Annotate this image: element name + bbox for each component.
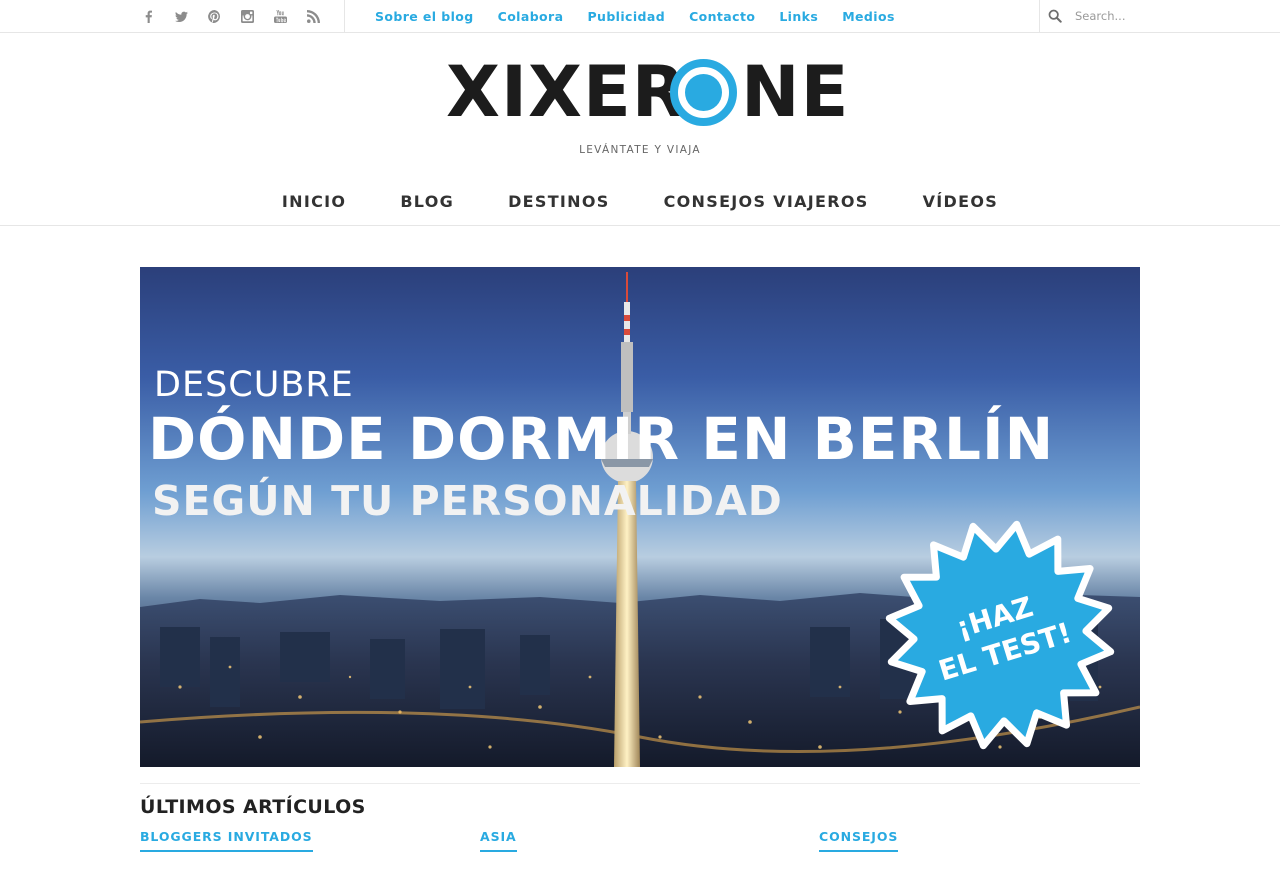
logo-text-right: NE — [741, 51, 850, 133]
nav-item-inicio[interactable]: INICIO — [282, 192, 346, 211]
site-logo[interactable]: XIXER NE — [440, 51, 848, 133]
nav-item-destinos[interactable]: DESTINOS — [508, 192, 610, 211]
nav-item-consejos-viajeros[interactable]: CONSEJOS VIAJEROS — [664, 192, 869, 211]
search-input[interactable] — [1075, 9, 1235, 23]
logo-eye-icon — [670, 59, 737, 126]
hero-line-2: DÓNDE DORMIR EN BERLÍN — [148, 405, 1055, 473]
top-links: Sobre el blog Colabora Publicidad Contac… — [363, 0, 907, 32]
pinterest-icon[interactable] — [198, 0, 231, 32]
category-asia[interactable]: ASIA — [480, 829, 517, 852]
search-box — [1040, 0, 1280, 32]
top-bar: Sobre el blog Colabora Publicidad Contac… — [0, 0, 1280, 33]
social-links — [132, 0, 330, 32]
category-bloggers-invitados[interactable]: BLOGGERS INVITADOS — [140, 829, 313, 852]
link-publicidad[interactable]: Publicidad — [575, 9, 677, 24]
search-icon[interactable] — [1040, 0, 1070, 32]
hero-line-1: DESCUBRE — [154, 365, 354, 405]
link-colabora[interactable]: Colabora — [486, 9, 576, 24]
link-sobre-el-blog[interactable]: Sobre el blog — [363, 9, 486, 24]
hero-banner[interactable]: DESCUBRE DÓNDE DORMIR EN BERLÍN SEGÚN TU… — [140, 267, 1140, 767]
rss-icon[interactable] — [297, 0, 330, 32]
hero-line-3: SEGÚN TU PERSONALIDAD — [152, 477, 783, 525]
facebook-icon[interactable] — [132, 0, 165, 32]
twitter-icon[interactable] — [165, 0, 198, 32]
divider — [344, 0, 345, 32]
section-title: ÚLTIMOS ARTÍCULOS — [140, 796, 366, 818]
link-medios[interactable]: Medios — [830, 9, 907, 24]
youtube-icon[interactable] — [264, 0, 297, 32]
link-links[interactable]: Links — [767, 9, 830, 24]
category-consejos[interactable]: CONSEJOS — [819, 829, 899, 852]
site-tagline: LEVÁNTATE Y VIAJA — [579, 144, 701, 156]
link-contacto[interactable]: Contacto — [677, 9, 767, 24]
nav-item-blog[interactable]: BLOG — [400, 192, 454, 211]
test-badge[interactable]: ¡HAZ EL TEST! — [882, 517, 1118, 753]
nav-item-videos[interactable]: VÍDEOS — [923, 192, 998, 211]
instagram-icon[interactable] — [231, 0, 264, 32]
logo-text-left: XIXER — [446, 51, 687, 133]
section-divider — [140, 783, 1140, 784]
main-nav: INICIO BLOG DESTINOS CONSEJOS VIAJEROS V… — [0, 178, 1280, 226]
